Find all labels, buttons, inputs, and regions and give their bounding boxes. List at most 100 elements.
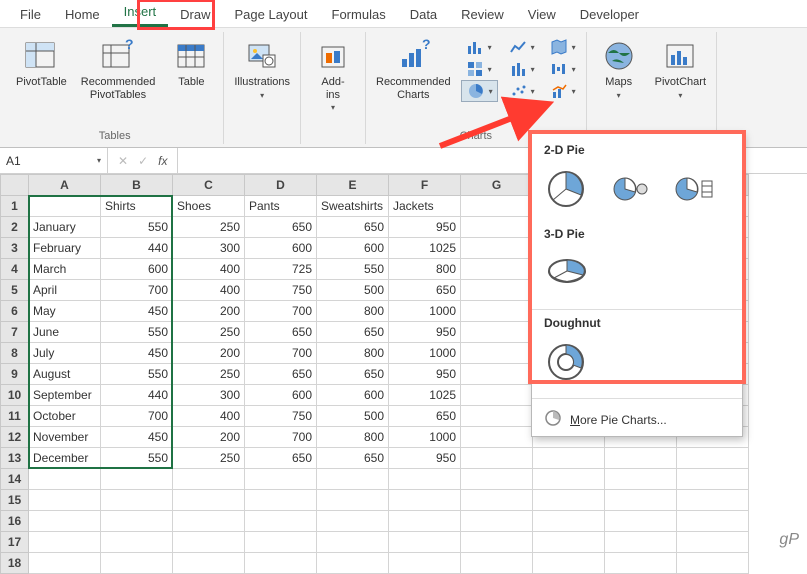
cell[interactable]	[317, 469, 389, 490]
cell[interactable]	[461, 511, 533, 532]
row-header-16[interactable]: 16	[1, 511, 29, 532]
addins-button[interactable]: Add- ins▾	[307, 36, 359, 114]
cell[interactable]	[389, 490, 461, 511]
statistic-chart-button[interactable]: ▾	[504, 58, 539, 80]
cell[interactable]: 650	[317, 364, 389, 385]
cell[interactable]	[533, 511, 605, 532]
cell[interactable]	[461, 322, 533, 343]
row-header-6[interactable]: 6	[1, 301, 29, 322]
cell[interactable]: 1000	[389, 427, 461, 448]
cell[interactable]	[677, 553, 749, 574]
row-header-4[interactable]: 4	[1, 259, 29, 280]
cell[interactable]	[173, 469, 245, 490]
cell[interactable]	[533, 553, 605, 574]
scatter-chart-button[interactable]: ▾	[504, 80, 539, 102]
row-header-18[interactable]: 18	[1, 553, 29, 574]
col-header-F[interactable]: F	[389, 175, 461, 196]
cell[interactable]: 550	[101, 322, 173, 343]
map-chart-button[interactable]: ▾	[545, 36, 580, 58]
cell[interactable]: 400	[173, 280, 245, 301]
cell[interactable]: 650	[389, 406, 461, 427]
cell[interactable]	[461, 301, 533, 322]
cell[interactable]: 600	[245, 385, 317, 406]
cell[interactable]: October	[29, 406, 101, 427]
cell[interactable]	[245, 532, 317, 553]
cell[interactable]	[389, 553, 461, 574]
cell[interactable]: 300	[173, 385, 245, 406]
cell[interactable]	[533, 490, 605, 511]
cell[interactable]	[605, 532, 677, 553]
cell[interactable]: Shirts	[101, 196, 173, 217]
cell[interactable]	[677, 448, 749, 469]
cell[interactable]: 250	[173, 217, 245, 238]
cell[interactable]	[461, 448, 533, 469]
cell[interactable]	[677, 469, 749, 490]
cell[interactable]	[389, 511, 461, 532]
cell[interactable]: 440	[101, 385, 173, 406]
col-header-E[interactable]: E	[317, 175, 389, 196]
cell[interactable]: 550	[317, 259, 389, 280]
cell[interactable]: 800	[317, 427, 389, 448]
cell[interactable]	[533, 532, 605, 553]
cell[interactable]: 650	[245, 448, 317, 469]
cell[interactable]	[389, 532, 461, 553]
cell[interactable]	[101, 511, 173, 532]
cell[interactable]: 1025	[389, 238, 461, 259]
cell[interactable]: August	[29, 364, 101, 385]
tab-view[interactable]: View	[516, 1, 568, 27]
cell[interactable]: 950	[389, 448, 461, 469]
cell[interactable]	[461, 385, 533, 406]
cell[interactable]	[173, 553, 245, 574]
cell[interactable]	[101, 490, 173, 511]
table-button[interactable]: Table	[165, 36, 217, 91]
cell[interactable]	[317, 511, 389, 532]
cell[interactable]: 750	[245, 280, 317, 301]
row-header-15[interactable]: 15	[1, 490, 29, 511]
row-header-5[interactable]: 5	[1, 280, 29, 301]
cell[interactable]	[29, 196, 101, 217]
cell[interactable]: 1025	[389, 385, 461, 406]
cell[interactable]: 400	[173, 259, 245, 280]
cell[interactable]: 650	[317, 217, 389, 238]
row-header-14[interactable]: 14	[1, 469, 29, 490]
cell[interactable]	[317, 553, 389, 574]
cell[interactable]: 750	[245, 406, 317, 427]
cell[interactable]: 950	[389, 322, 461, 343]
cell[interactable]	[461, 469, 533, 490]
cell[interactable]: 500	[317, 280, 389, 301]
combo-chart-button[interactable]: ▾	[545, 80, 580, 102]
cell[interactable]: 650	[245, 364, 317, 385]
cell[interactable]: 550	[101, 448, 173, 469]
pie-exploded-option[interactable]	[610, 169, 650, 209]
cell[interactable]: 550	[101, 217, 173, 238]
cell[interactable]: Shoes	[173, 196, 245, 217]
cell[interactable]: 200	[173, 427, 245, 448]
row-header-11[interactable]: 11	[1, 406, 29, 427]
tab-page-layout[interactable]: Page Layout	[223, 1, 320, 27]
row-header-13[interactable]: 13	[1, 448, 29, 469]
row-header-7[interactable]: 7	[1, 322, 29, 343]
tab-formulas[interactable]: Formulas	[320, 1, 398, 27]
cell[interactable]: 200	[173, 343, 245, 364]
cell[interactable]: 450	[101, 343, 173, 364]
cell[interactable]	[461, 280, 533, 301]
cell[interactable]	[605, 511, 677, 532]
cell[interactable]	[677, 511, 749, 532]
cell[interactable]: Jackets	[389, 196, 461, 217]
cell[interactable]	[461, 553, 533, 574]
cell[interactable]	[29, 490, 101, 511]
cell[interactable]: 1000	[389, 301, 461, 322]
pie-chart-button[interactable]: ▾	[461, 80, 498, 102]
cell[interactable]	[461, 427, 533, 448]
cell[interactable]: September	[29, 385, 101, 406]
cell[interactable]: 250	[173, 322, 245, 343]
cell[interactable]	[29, 553, 101, 574]
cell[interactable]	[605, 448, 677, 469]
cell[interactable]: 650	[389, 280, 461, 301]
enter-icon[interactable]: ✓	[138, 154, 148, 168]
doughnut-option[interactable]	[546, 342, 586, 382]
cell[interactable]: 650	[317, 322, 389, 343]
cell[interactable]: 700	[245, 427, 317, 448]
cell[interactable]	[245, 553, 317, 574]
cell[interactable]	[533, 448, 605, 469]
